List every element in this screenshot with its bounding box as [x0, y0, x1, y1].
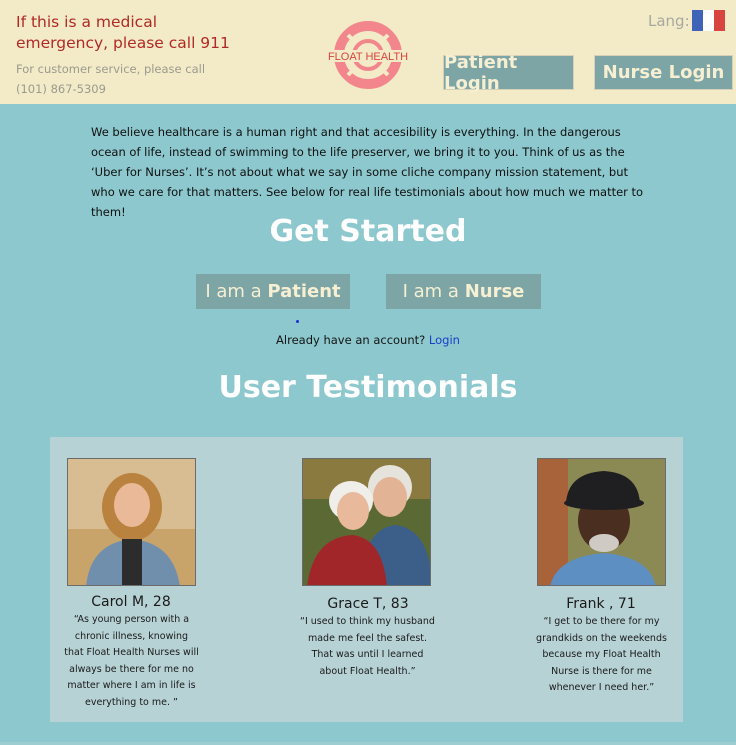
language-label: Lang: — [648, 12, 690, 30]
float-health-logo[interactable]: FLOAT HEALTH — [318, 18, 418, 92]
mission-statement: We believe healthcare is a human right a… — [91, 125, 644, 219]
logo-text: FLOAT HEALTH — [328, 51, 408, 63]
customer-service-notice: For customer service, please call (101) … — [16, 62, 206, 96]
already-text: Already have an account? — [276, 333, 429, 347]
frank-photo — [537, 458, 666, 586]
nurse-button-bold: Nurse — [464, 281, 525, 302]
testimonial-name: Carol M, 28 — [91, 594, 171, 610]
cursor-dot — [296, 320, 299, 323]
testimonial-name: Frank , 71 — [566, 596, 636, 612]
emergency-notice: If this is a medical emergency, please c… — [16, 13, 230, 52]
grace-photo — [302, 458, 431, 586]
testimonial-quote: “I used to think my husband made me feel… — [300, 616, 435, 677]
login-link[interactable]: Login — [429, 333, 460, 347]
testimonial-quote: “I get to be there for my grandkids on t… — [536, 616, 667, 693]
i-am-a-patient-button[interactable]: I am a Patient — [196, 274, 350, 309]
nurse-login-button[interactable]: Nurse Login — [594, 55, 733, 90]
testimonials-heading: User Testimonials — [218, 370, 518, 405]
carol-photo — [67, 458, 196, 586]
nurse-button-prefix: I am a — [402, 281, 465, 302]
get-started-heading: Get Started — [269, 214, 467, 249]
testimonial-quote: “As young person with a chronic illness,… — [64, 614, 199, 708]
patient-button-prefix: I am a — [205, 281, 268, 302]
patient-button-bold: Patient — [267, 281, 341, 302]
language-flag-icon[interactable] — [692, 10, 725, 31]
already-have-account: Already have an account? Login — [0, 333, 736, 347]
testimonials-panel: Carol M, 28 “As young person with a chro… — [50, 437, 683, 722]
testimonial-name: Grace T, 83 — [327, 596, 409, 612]
i-am-a-nurse-button[interactable]: I am a Nurse — [386, 274, 541, 309]
patient-login-button[interactable]: Patient Login — [443, 52, 574, 94]
site-header: If this is a medical emergency, please c… — [0, 0, 736, 104]
